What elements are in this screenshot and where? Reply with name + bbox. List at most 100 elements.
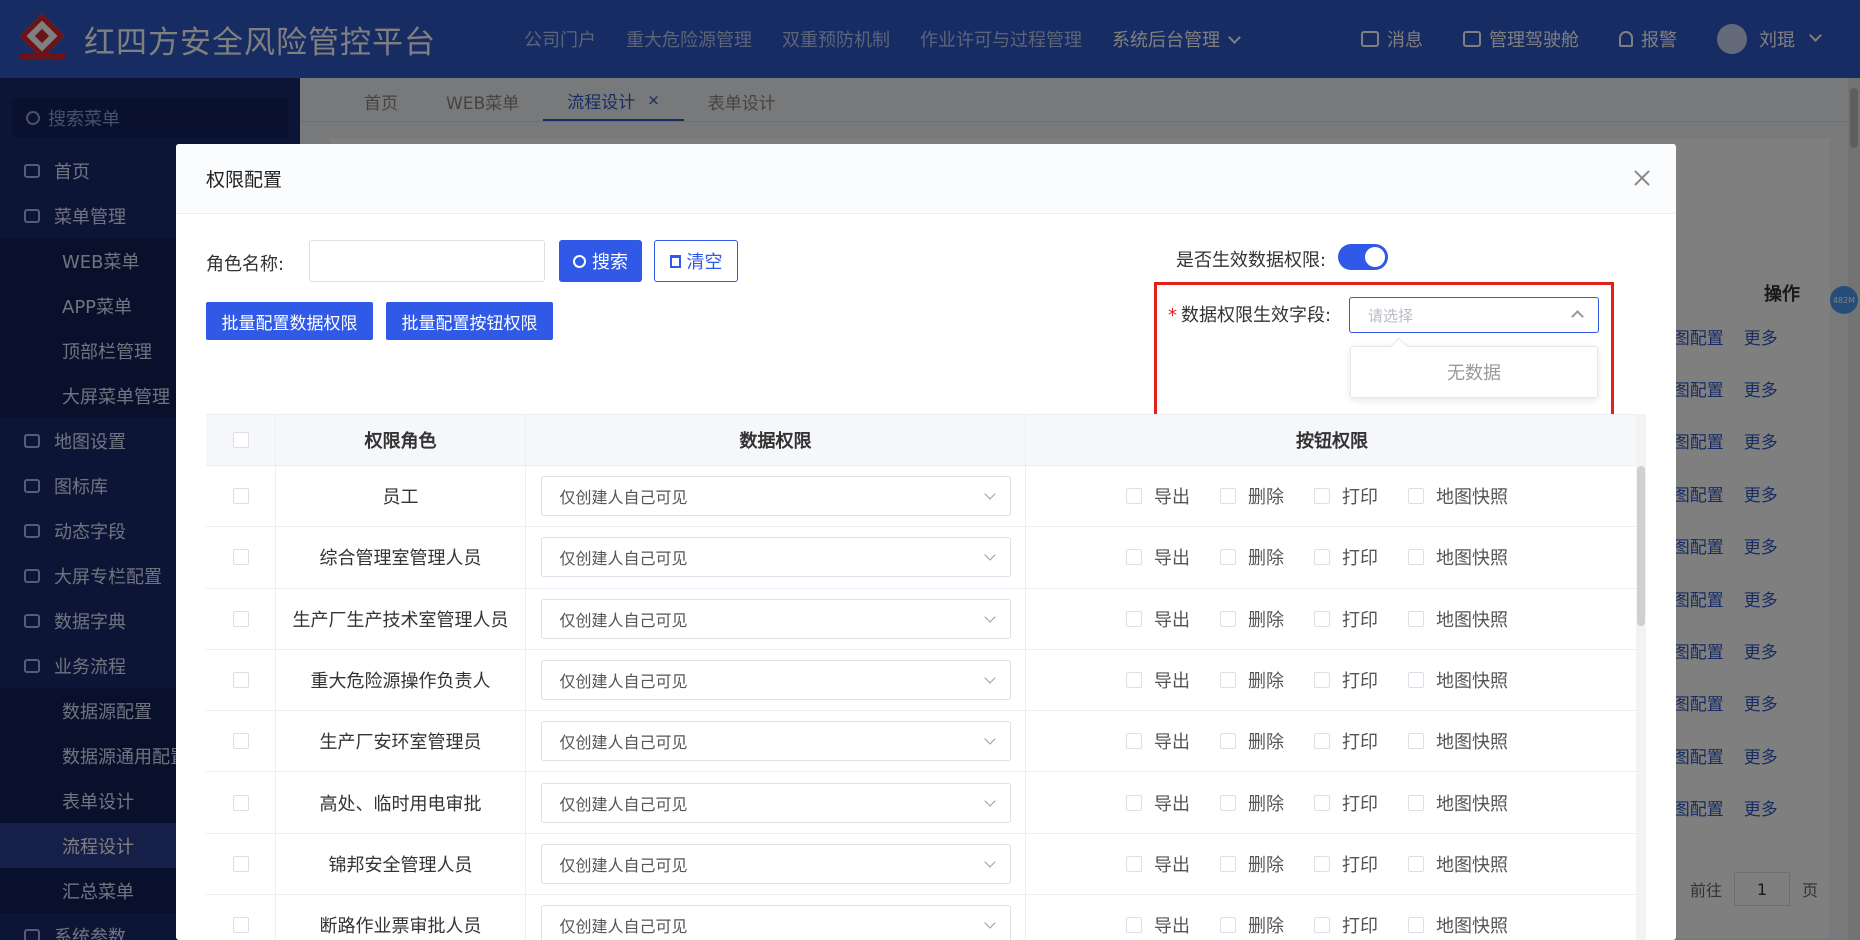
- option-checkbox[interactable]: [1220, 549, 1236, 566]
- button-permission-option[interactable]: 删除: [1220, 790, 1284, 816]
- button-permission-option[interactable]: 地图快照: [1408, 667, 1508, 693]
- button-permission-option[interactable]: 地图快照: [1408, 851, 1508, 877]
- clear-button[interactable]: 清空: [654, 240, 738, 282]
- button-permission-option[interactable]: 打印: [1314, 912, 1378, 938]
- button-permission-option[interactable]: 删除: [1220, 728, 1284, 754]
- option-checkbox[interactable]: [1314, 610, 1330, 627]
- button-permission-option[interactable]: 地图快照: [1408, 544, 1508, 570]
- button-permission-option[interactable]: 删除: [1220, 667, 1284, 693]
- button-permission-option[interactable]: 导出: [1126, 790, 1190, 816]
- option-checkbox[interactable]: [1220, 610, 1236, 627]
- data-permission-select[interactable]: 仅创建人自己可见: [540, 782, 1011, 823]
- option-checkbox[interactable]: [1408, 733, 1424, 750]
- button-permission-option[interactable]: 导出: [1126, 667, 1190, 693]
- option-label: 打印: [1342, 916, 1378, 938]
- button-permission-option[interactable]: 删除: [1220, 606, 1284, 632]
- scrollbar-thumb[interactable]: [1637, 466, 1645, 626]
- role-cell: 锦邦安全管理人员: [276, 833, 526, 895]
- option-checkbox[interactable]: [1126, 917, 1142, 934]
- button-permission-option[interactable]: 打印: [1314, 606, 1378, 632]
- option-checkbox[interactable]: [1220, 488, 1236, 505]
- option-checkbox[interactable]: [1220, 672, 1236, 689]
- button-permission-option[interactable]: 删除: [1220, 912, 1284, 938]
- option-checkbox[interactable]: [1126, 794, 1142, 811]
- button-permission-option[interactable]: 地图快照: [1408, 912, 1508, 938]
- button-permission-option[interactable]: 打印: [1314, 667, 1378, 693]
- button-permission-option[interactable]: 删除: [1220, 544, 1284, 570]
- effective-field-select[interactable]: 请选择: [1349, 297, 1599, 333]
- option-checkbox[interactable]: [1220, 855, 1236, 872]
- option-checkbox[interactable]: [1126, 488, 1142, 505]
- batch-button-permission-button[interactable]: 批量配置按钮权限: [386, 302, 553, 340]
- option-checkbox[interactable]: [1314, 794, 1330, 811]
- data-permission-select[interactable]: 仅创建人自己可见: [540, 537, 1011, 578]
- button-permission-option[interactable]: 删除: [1220, 483, 1284, 509]
- option-checkbox[interactable]: [1126, 855, 1142, 872]
- option-checkbox[interactable]: [1314, 549, 1330, 566]
- row-checkbox[interactable]: [232, 855, 249, 872]
- row-checkbox[interactable]: [232, 672, 249, 689]
- batch-data-permission-button[interactable]: 批量配置数据权限: [206, 302, 373, 340]
- button-permission-option[interactable]: 导出: [1126, 912, 1190, 938]
- option-checkbox[interactable]: [1408, 855, 1424, 872]
- button-permission-option[interactable]: 地图快照: [1408, 606, 1508, 632]
- table-body: 员工 仅创建人自己可见 导出 删除 打印 地图快照 综合管理室管理人员 仅创建人自己可见 导出删…: [206, 466, 1638, 940]
- option-label: 删除: [1248, 548, 1284, 570]
- row-checkbox[interactable]: [232, 794, 249, 811]
- option-checkbox[interactable]: [1408, 610, 1424, 627]
- data-permission-select[interactable]: 仅创建人自己可见: [540, 843, 1011, 884]
- option-checkbox[interactable]: [1314, 733, 1330, 750]
- button-permission-option[interactable]: 删除: [1220, 851, 1284, 877]
- button-permission-option[interactable]: 导出: [1126, 851, 1190, 877]
- button-permission-option[interactable]: 地图快照: [1408, 483, 1508, 509]
- select-all-checkbox[interactable]: [232, 432, 249, 448]
- option-label: 地图快照: [1436, 671, 1508, 693]
- option-label: 导出: [1154, 548, 1190, 570]
- data-permission-select[interactable]: 仅创建人自己可见: [540, 721, 1011, 762]
- option-checkbox[interactable]: [1126, 672, 1142, 689]
- option-checkbox[interactable]: [1408, 794, 1424, 811]
- option-checkbox[interactable]: [1126, 549, 1142, 566]
- button-permission-option[interactable]: 导出: [1126, 728, 1190, 754]
- option-checkbox[interactable]: [1220, 794, 1236, 811]
- row-checkbox[interactable]: [232, 488, 249, 505]
- role-cell: 高处、临时用电审批: [276, 772, 526, 833]
- select-value: 仅创建人自己可见: [559, 917, 688, 937]
- option-checkbox[interactable]: [1314, 855, 1330, 872]
- option-checkbox[interactable]: [1314, 917, 1330, 934]
- option-checkbox[interactable]: [1126, 610, 1142, 627]
- option-checkbox[interactable]: [1220, 733, 1236, 750]
- option-checkbox[interactable]: [1126, 733, 1142, 750]
- button-permission-option[interactable]: 打印: [1314, 851, 1378, 877]
- option-checkbox[interactable]: [1408, 488, 1424, 505]
- row-checkbox[interactable]: [232, 610, 249, 627]
- row-checkbox[interactable]: [232, 549, 249, 566]
- search-button[interactable]: 搜索: [559, 240, 642, 282]
- button-permission-option[interactable]: 打印: [1314, 483, 1378, 509]
- button-permission-option[interactable]: 地图快照: [1408, 790, 1508, 816]
- data-permission-select[interactable]: 仅创建人自己可见: [540, 905, 1011, 940]
- button-permission-option[interactable]: 打印: [1314, 790, 1378, 816]
- option-checkbox[interactable]: [1314, 672, 1330, 689]
- option-checkbox[interactable]: [1408, 672, 1424, 689]
- button-permission-option[interactable]: 地图快照: [1408, 728, 1508, 754]
- option-checkbox[interactable]: [1314, 488, 1330, 505]
- button-permission-option[interactable]: 导出: [1126, 483, 1190, 509]
- data-permission-select[interactable]: 仅创建人自己可见: [540, 476, 1011, 517]
- button-permission-option[interactable]: 导出: [1126, 544, 1190, 570]
- table-row: 高处、临时用电审批 仅创建人自己可见 导出 删除 打印 地图快照: [206, 772, 1638, 834]
- option-checkbox[interactable]: [1408, 917, 1424, 934]
- option-checkbox[interactable]: [1220, 917, 1236, 934]
- button-permission-option[interactable]: 打印: [1314, 544, 1378, 570]
- button-permission-option[interactable]: 打印: [1314, 728, 1378, 754]
- data-permission-select[interactable]: 仅创建人自己可见: [540, 598, 1011, 639]
- role-name-input[interactable]: [309, 240, 545, 282]
- data-permission-select[interactable]: 仅创建人自己可见: [540, 660, 1011, 701]
- table-scrollbar[interactable]: [1636, 414, 1646, 940]
- option-checkbox[interactable]: [1408, 549, 1424, 566]
- row-checkbox[interactable]: [232, 917, 249, 934]
- close-icon[interactable]: [1630, 166, 1654, 190]
- enable-data-permission-toggle[interactable]: [1338, 244, 1388, 270]
- button-permission-option[interactable]: 导出: [1126, 606, 1190, 632]
- row-checkbox[interactable]: [232, 733, 249, 750]
